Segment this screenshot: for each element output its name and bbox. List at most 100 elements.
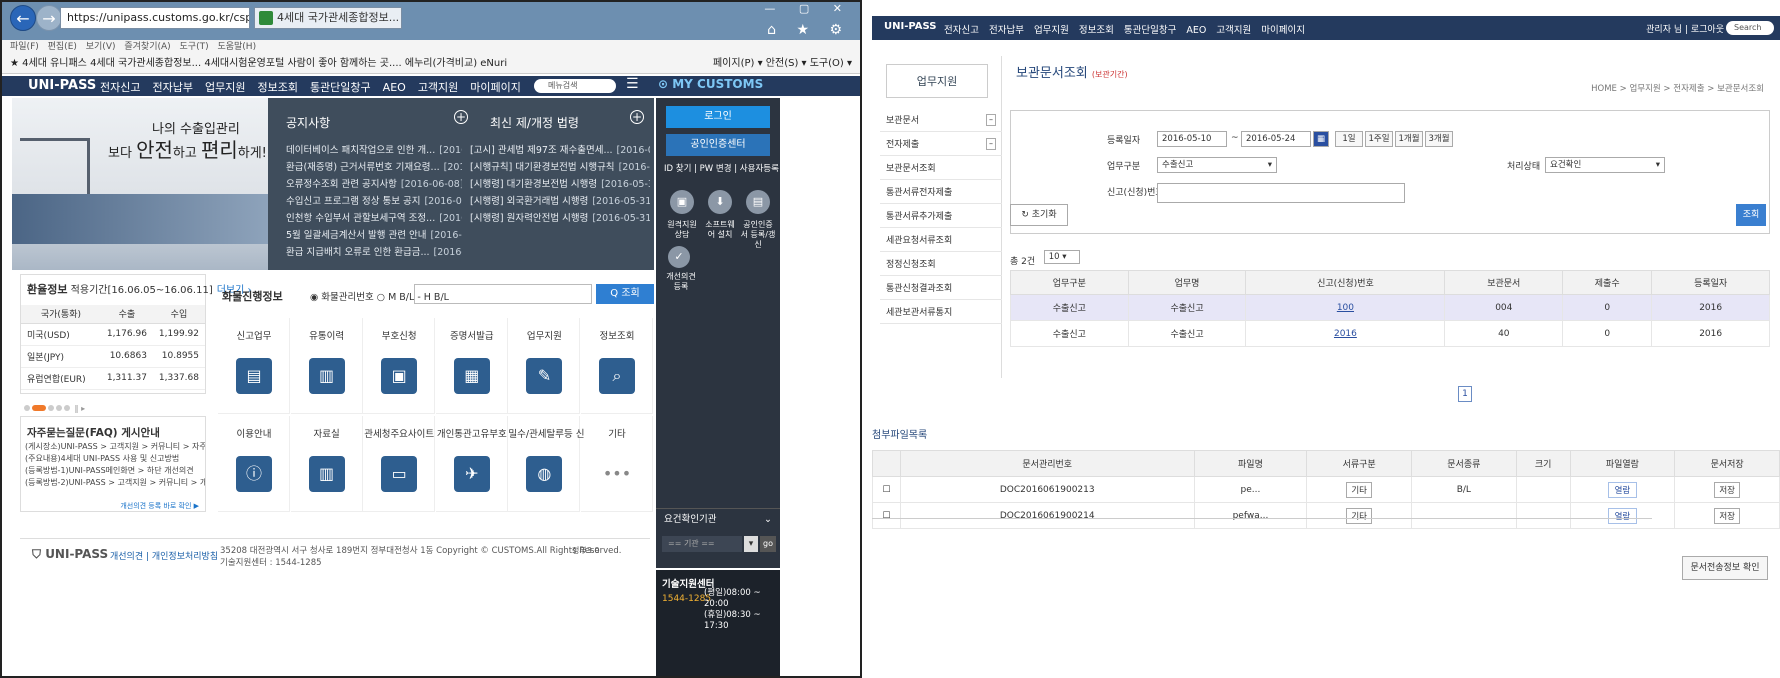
menu-search-input[interactable]: 메뉴검색	[534, 79, 616, 93]
slide-dot[interactable]	[64, 405, 70, 411]
row-checkbox[interactable]: ☐	[872, 502, 901, 529]
faq-item[interactable]: (등록방법-2)UNI-PASS > 고객지원 > 커뮤니티 > 개선의견	[25, 477, 205, 489]
sidebar-item[interactable]: 정정신청조회	[880, 254, 1002, 276]
slide-dot[interactable]	[24, 405, 30, 411]
docno-input[interactable]	[1157, 183, 1405, 203]
agency-select[interactable]: == 기관 ==	[662, 536, 742, 552]
login-button[interactable]: 로그인	[666, 106, 770, 128]
law-item[interactable]: [고시] 관세법 제97조 재수출면세...[2016-06-03]	[470, 142, 650, 159]
kind-select[interactable]: 기타	[1346, 507, 1372, 524]
slide-dot[interactable]	[56, 405, 62, 411]
sidebar-item[interactable]: 보관문서조회	[880, 158, 1002, 180]
go-button[interactable]: go	[760, 536, 776, 552]
service-tile[interactable]: 증명서발급 ▦	[435, 318, 508, 414]
type-select[interactable]: 수출신고 ▾	[1157, 157, 1277, 173]
forward-icon[interactable]: →	[36, 5, 62, 31]
save-button[interactable]: 저장	[1714, 481, 1740, 498]
address-bar[interactable]: https://unipass.customs.go.kr/csp/index.…	[60, 7, 250, 29]
app-nav-item[interactable]: 정보조회	[1079, 25, 1114, 36]
service-tile[interactable]: 개인통관고유부호 ✈	[435, 416, 508, 512]
sidebar-item[interactable]: 통관서류추가제출	[880, 206, 1002, 228]
notice-item[interactable]: 수입신고 프로그램 정상 통보 공지[2016-06-07]	[286, 193, 462, 210]
service-tile[interactable]: 정보조회 ⌕	[581, 318, 653, 414]
app-nav-item[interactable]: 고객지원	[1216, 25, 1251, 36]
suggestion-icon[interactable]: ✓	[668, 246, 690, 268]
row-checkbox[interactable]: ☐	[872, 476, 901, 503]
browser-tab[interactable]: 4세대 국가관세종합정보...	[254, 7, 402, 29]
faq-item[interactable]: (등록방법-1)UNI-PASS메인화면 > 하단 개선의견	[25, 465, 205, 477]
tracking-search-button[interactable]: Q 조회	[596, 284, 654, 304]
site-nav-item[interactable]: 전자납부	[152, 81, 192, 94]
date-from-input[interactable]: 2016-05-10	[1157, 131, 1227, 147]
cert-register-icon[interactable]: ▤	[746, 190, 770, 214]
window-controls[interactable]: — ▢ ✕	[764, 2, 852, 15]
site-nav-item[interactable]: 전자신고	[100, 81, 140, 94]
period-button[interactable]: 1일	[1335, 131, 1363, 147]
notice-item[interactable]: 데이터베이스 패치작업으로 인한 개...[2016-06-09]	[286, 142, 462, 159]
period-button[interactable]: 3개월	[1425, 131, 1453, 147]
sidebar-item[interactable]: 보관문서 –	[880, 110, 1002, 132]
notice-item[interactable]: 5월 일괄세금계산서 발행 관련 안내[2016-06-03]	[286, 227, 462, 244]
service-tile[interactable]: 이용안내 ⓘ	[218, 416, 290, 512]
notice-more-icon[interactable]: +	[454, 110, 468, 124]
service-tile[interactable]: 자료실 ▥	[290, 416, 363, 512]
period-button[interactable]: 1개월	[1395, 131, 1423, 147]
faq-more-link[interactable]: 개선의견 등록 바로 확인 ▶	[120, 501, 199, 511]
doc-number-link[interactable]: 100	[1337, 303, 1354, 313]
id-pw-links[interactable]: ID 찾기 | PW 변경 | 사용자등록	[664, 162, 779, 174]
app-nav-item[interactable]: 전자납부	[989, 25, 1024, 36]
service-tile[interactable]: 유통이력 ▥	[290, 318, 363, 414]
page-size-select[interactable]: 10 ▾	[1043, 250, 1080, 264]
doc-number-link[interactable]: 2016	[1334, 329, 1357, 339]
slide-dot-active[interactable]	[32, 405, 46, 411]
transmission-info-button[interactable]: 문서전송정보 확인	[1682, 556, 1768, 580]
my-customs-link[interactable]: ⊙ MY CUSTOMS	[658, 77, 763, 91]
tracking-input[interactable]	[414, 284, 592, 304]
sidebar-item[interactable]: 세관요청서류조회	[880, 230, 1002, 252]
software-install-icon[interactable]: ⬇	[708, 190, 732, 214]
sidebar-item[interactable]: 통관신청결과조회	[880, 278, 1002, 300]
service-tile[interactable]: 신고업무 ▤	[218, 318, 290, 414]
service-tile[interactable]: 업무지원 ✎	[508, 318, 581, 414]
query-button[interactable]: 조회	[1736, 204, 1766, 226]
toggle-icon[interactable]: –	[986, 114, 996, 126]
reset-button[interactable]: ↻ 초기화	[1010, 204, 1068, 226]
law-item[interactable]: [시행령] 대기환경보전법 시행령[2016-05-31]	[470, 176, 650, 193]
app-nav-item[interactable]: AEO	[1186, 25, 1206, 36]
site-nav-item[interactable]: 고객지원	[418, 81, 458, 94]
app-search-input[interactable]: Search	[1726, 21, 1774, 35]
app-nav-item[interactable]: 마이페이지	[1261, 25, 1305, 36]
sidebar-item[interactable]: 전자제출 –	[880, 134, 1002, 156]
service-tile[interactable]: 부호신청 ▣	[363, 318, 436, 414]
pager-page[interactable]: 1	[1458, 386, 1472, 402]
site-logo[interactable]: UNI-PASS	[28, 78, 96, 93]
site-nav-item[interactable]: 마이페이지	[470, 81, 521, 94]
service-tile[interactable]: 밀수/관세탈루등 신 ◍	[508, 416, 585, 512]
kind-select[interactable]: 기타	[1346, 481, 1372, 498]
app-logo[interactable]: UNI-PASS	[884, 21, 936, 32]
notice-item[interactable]: 오류정수조회 관련 공지사항 [2016-06-08]	[286, 176, 462, 193]
law-more-icon[interactable]: +	[630, 110, 644, 124]
service-tile[interactable]: 관세청주요사이트 ▭	[363, 416, 436, 512]
view-button[interactable]: 열람	[1607, 507, 1638, 524]
app-user-links[interactable]: 관리자 님 | 로그아웃	[1646, 22, 1724, 35]
hamburger-icon[interactable]: ☰	[626, 76, 639, 92]
period-button[interactable]: 1주일	[1365, 131, 1393, 147]
sidebar-item[interactable]: 통관서류전자제출	[880, 182, 1002, 204]
calendar-icon[interactable]: ▦	[1313, 131, 1329, 147]
remote-support-icon[interactable]: ▣	[670, 190, 694, 214]
date-to-input[interactable]: 2016-05-24	[1241, 131, 1311, 147]
footer-links[interactable]: 개선의견 | 개인정보처리방침	[110, 549, 218, 562]
back-icon[interactable]: ←	[10, 5, 36, 31]
law-item[interactable]: [시행령] 원자력안전법 시행령 [2016-05-31]	[470, 210, 650, 227]
status-select[interactable]: 요건확인 ▾	[1545, 157, 1665, 173]
app-nav-item[interactable]: 통관단일창구	[1124, 25, 1176, 36]
service-tile[interactable]: 기타 •••	[581, 416, 653, 512]
slide-dot[interactable]	[48, 405, 54, 411]
cert-center-button[interactable]: 공인인증센터	[666, 134, 770, 156]
table-row[interactable]: 수출신고 수출신고 2016 40 0 2016	[1010, 320, 1770, 347]
slider-controls[interactable]: ‖ ▸	[24, 404, 85, 413]
agency-dropdown-icon[interactable]: ▾	[744, 536, 758, 552]
faq-item[interactable]: (주요내용)4세대 UNI-PASS 사용 및 신고방법	[25, 453, 205, 465]
toggle-icon[interactable]: –	[986, 138, 996, 150]
